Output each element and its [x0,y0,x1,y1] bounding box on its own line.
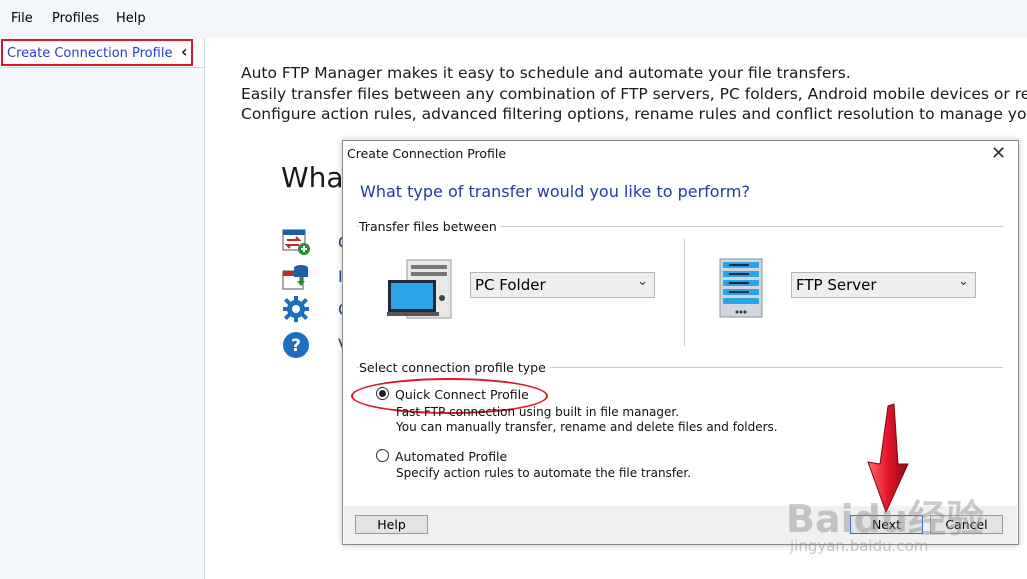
automated-profile-label[interactable]: Automated Profile [395,449,507,464]
gear-icon[interactable] [282,295,310,323]
menu-file[interactable]: File [11,11,33,26]
ftp-server-icon [719,258,763,318]
transfer-group-label: Transfer files between [359,219,501,234]
menu-bar: File Profiles Help [0,0,1027,38]
close-icon[interactable]: ✕ [991,143,1006,164]
quick-connect-desc-1: Fast FTP connection using built in file … [396,405,680,419]
help-button[interactable]: Help [355,515,428,534]
dialog-title: Create Connection Profile [347,146,507,161]
pc-folder-icon [387,259,452,319]
svg-text:?: ? [291,336,301,356]
intro-text: Auto FTP Manager makes it easy to schedu… [241,63,1027,125]
database-schedule-icon[interactable] [282,263,310,291]
quick-connect-radio[interactable] [376,387,389,400]
quick-connect-label[interactable]: Quick Connect Profile [395,387,529,402]
quick-connect-desc-2: You can manually transfer, rename and de… [396,420,778,434]
sidebar: Create Connection Profile ‹ [0,38,205,579]
menu-profiles[interactable]: Profiles [52,11,99,26]
vertical-divider [684,239,685,346]
annotation-highlight-rect [1,39,193,66]
source-type-value: PC Folder [475,276,546,294]
automated-profile-desc: Specify action rules to automate the fil… [396,466,692,480]
menu-help[interactable]: Help [116,11,146,26]
source-type-select[interactable]: PC Folder ⌄ [470,272,655,298]
destination-type-select[interactable]: FTP Server ⌄ [791,272,976,298]
automated-profile-radio[interactable] [376,449,389,462]
create-connection-profile-dialog: Create Connection Profile ✕ What type of… [342,140,1019,545]
destination-type-value: FTP Server [796,276,877,294]
watermark-url: jingyan.baidu.com [790,537,929,555]
intro-line-2: Easily transfer files between any combin… [241,84,1027,103]
transfer-profile-icon[interactable] [282,228,310,256]
intro-line-3: Configure action rules, advanced filteri… [241,105,1027,123]
chevron-down-icon: ⌄ [958,274,969,289]
watermark-logo: Baidu经验 [786,497,984,541]
profile-type-group-label: Select connection profile type [359,360,550,375]
intro-line-1: Auto FTP Manager makes it easy to schedu… [241,64,851,82]
dialog-heading: What type of transfer would you like to … [360,182,750,201]
chevron-down-icon: ⌄ [637,274,648,289]
help-icon[interactable]: ? [282,331,310,359]
